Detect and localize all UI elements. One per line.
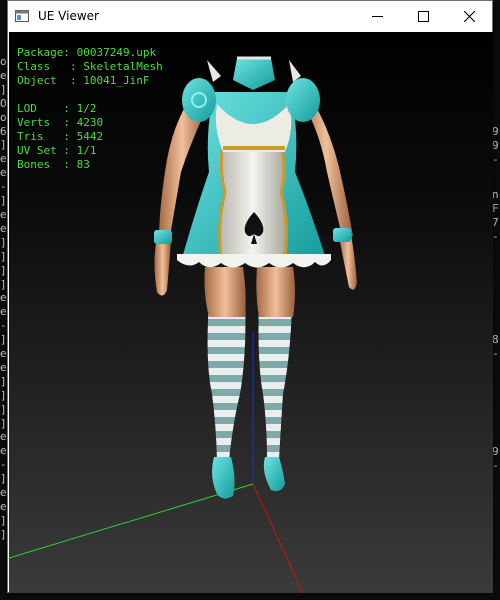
app-window-icon [15,10,29,22]
bones-value: 83 [76,158,90,171]
maximize-icon [417,11,429,22]
close-icon [463,11,475,22]
package-value: 00037249.upk [76,46,157,59]
lod-row: LOD : 1/2 [17,102,163,116]
class-label: Class : [17,60,84,73]
verts-value: 4230 [76,116,104,129]
object-label: Object : [17,74,84,87]
tris-value: 5442 [76,130,104,143]
window-title: UE Viewer [38,9,99,23]
package-label: Package: [17,46,77,59]
mesh-info-panel: Package: 00037249.upk Class : SkeletalMe… [17,46,163,172]
class-row: Class : SkeletalMesh [17,60,163,74]
minimize-icon [371,16,383,17]
class-value: SkeletalMesh [83,60,163,73]
axis-lines [9,332,304,593]
uvset-row: UV Set : 1/1 [17,144,163,158]
title-bar[interactable]: UE Viewer [8,1,492,32]
verts-row: Verts : 4230 [17,116,163,130]
bones-label: Bones : [17,158,77,171]
uvset-label: UV Set : [17,144,77,157]
tris-row: Tris : 5442 [17,130,163,144]
verts-label: Verts : [17,116,77,129]
ue-viewer-window: UE Viewer Package: 00037249.upk Class: … [7,0,493,593]
3d-viewport[interactable]: Package: 00037249.upk Class : SkeletalMe… [9,32,493,593]
lod-value: 1/2 [76,102,97,115]
object-value: 10041_JinF [83,74,150,87]
character-model [154,56,357,499]
tris-label: Tris : [17,130,77,143]
maximize-button[interactable] [400,1,446,32]
minimize-button[interactable] [354,1,400,32]
close-button[interactable] [446,1,492,32]
package-row: Package: 00037249.upk [17,46,163,60]
uvset-value: 1/1 [76,144,97,157]
lod-label: LOD : [17,102,77,115]
bones-row: Bones : 83 [17,158,163,172]
object-row: Object : 10041_JinF [17,74,163,88]
